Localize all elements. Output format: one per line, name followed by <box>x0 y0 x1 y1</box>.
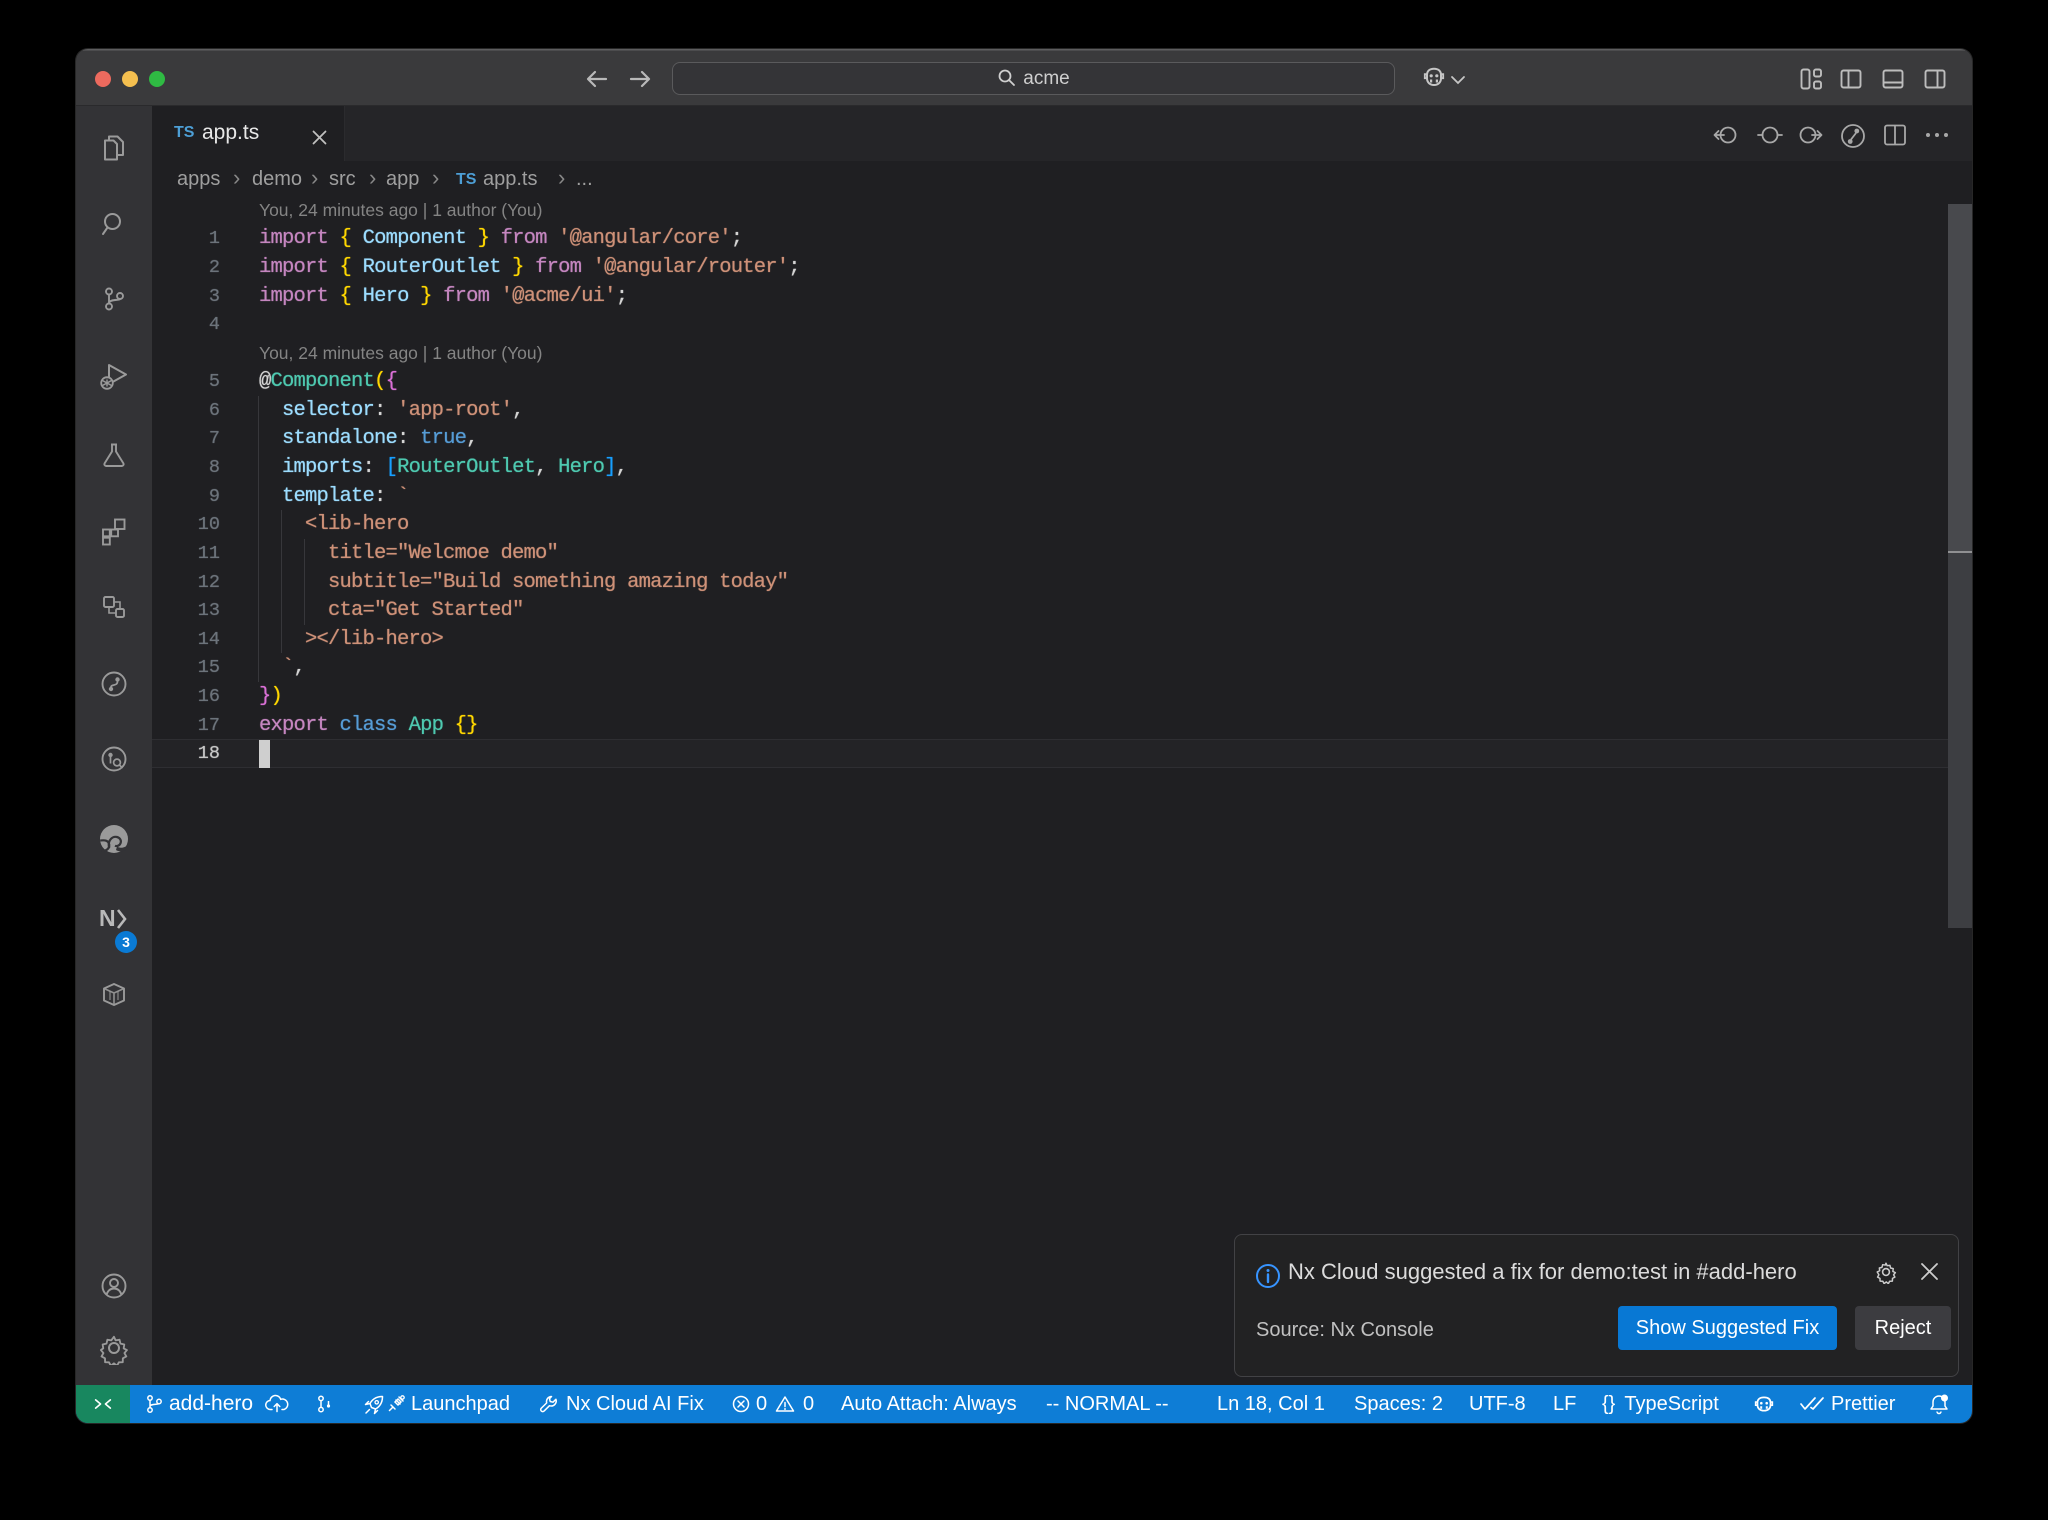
svg-text:N: N <box>99 905 116 931</box>
